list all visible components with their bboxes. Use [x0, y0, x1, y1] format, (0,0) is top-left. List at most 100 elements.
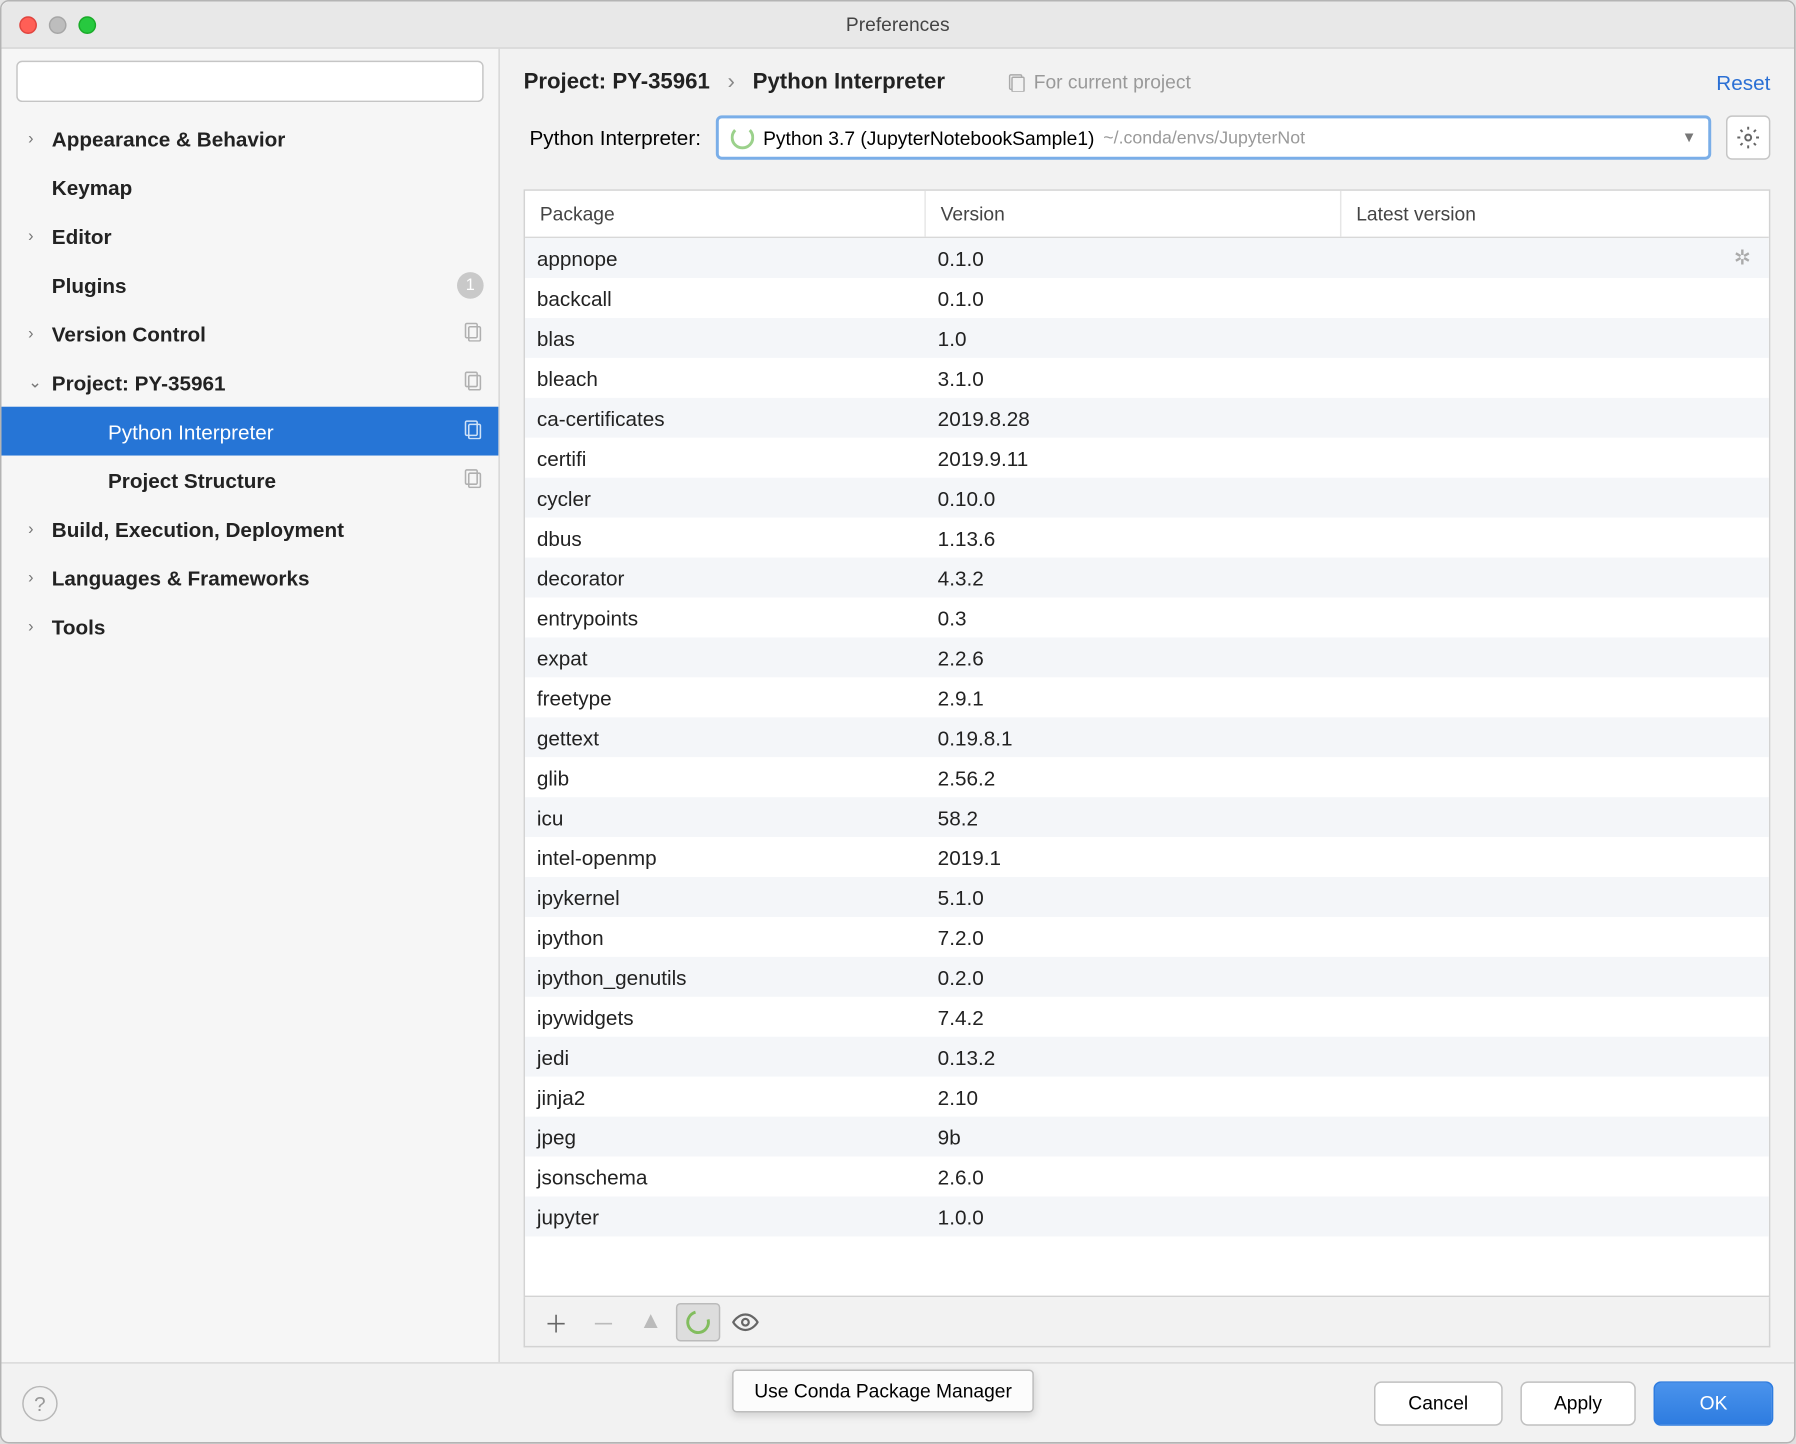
table-row[interactable]: intel-openmp2019.1	[525, 837, 1769, 877]
project-scope-icon	[463, 370, 484, 395]
package-version: 58.2	[926, 805, 1342, 829]
sidebar-item-tools[interactable]: ›Tools	[1, 602, 498, 651]
table-row[interactable]: bleach3.1.0	[525, 358, 1769, 398]
package-name: expat	[525, 646, 926, 670]
chevron-icon: ›	[28, 520, 49, 538]
upgrade-package-button[interactable]: ▲	[629, 1302, 673, 1340]
package-name: dbus	[525, 526, 926, 550]
package-version: 2019.8.28	[926, 406, 1342, 430]
package-name: bleach	[525, 366, 926, 390]
table-row[interactable]: entrypoints0.3	[525, 598, 1769, 638]
breadcrumb-project: Project: PY-35961	[524, 70, 710, 95]
package-version: 3.1.0	[926, 366, 1342, 390]
table-row[interactable]: ipykernel5.1.0	[525, 877, 1769, 917]
package-name: intel-openmp	[525, 845, 926, 869]
package-name: decorator	[525, 566, 926, 590]
package-name: backcall	[525, 286, 926, 310]
sidebar-item-appearance-behavior[interactable]: ›Appearance & Behavior	[1, 114, 498, 163]
ok-button[interactable]: OK	[1654, 1381, 1773, 1425]
table-row[interactable]: certifi2019.9.11	[525, 438, 1769, 478]
search-input[interactable]	[16, 61, 483, 102]
eye-icon	[732, 1308, 759, 1335]
sidebar-item-build-execution-deployment[interactable]: ›Build, Execution, Deployment	[1, 504, 498, 553]
chevron-icon: ›	[28, 325, 49, 343]
conda-toggle-button[interactable]	[676, 1302, 720, 1340]
loading-icon: ✲	[1734, 246, 1751, 271]
table-row[interactable]: jinja22.10	[525, 1077, 1769, 1117]
package-name: gettext	[525, 725, 926, 749]
chevron-down-icon: ▼	[1682, 129, 1697, 145]
package-version: 2019.1	[926, 845, 1342, 869]
reset-link[interactable]: Reset	[1716, 70, 1770, 94]
table-row[interactable]: jedi0.13.2	[525, 1037, 1769, 1077]
apply-button[interactable]: Apply	[1520, 1381, 1636, 1425]
package-name: ipython_genutils	[525, 965, 926, 989]
table-row[interactable]: freetype2.9.1	[525, 677, 1769, 717]
table-row[interactable]: expat2.2.6	[525, 637, 1769, 677]
interpreter-name: Python 3.7 (JupyterNotebookSample1)	[763, 126, 1094, 148]
sidebar-item-label: Project Structure	[108, 468, 276, 492]
table-row[interactable]: ca-certificates2019.8.28	[525, 398, 1769, 438]
table-row[interactable]: backcall0.1.0	[525, 278, 1769, 318]
package-version: 2.56.2	[926, 765, 1342, 789]
package-name: jedi	[525, 1045, 926, 1069]
package-version: 5.1.0	[926, 885, 1342, 909]
gear-icon	[1736, 126, 1760, 150]
package-version: 1.13.6	[926, 526, 1342, 550]
sidebar-item-python-interpreter[interactable]: Python Interpreter	[1, 407, 498, 456]
table-row[interactable]: jpeg9b	[525, 1117, 1769, 1157]
project-scope-icon	[463, 467, 484, 492]
table-row[interactable]: blas1.0	[525, 318, 1769, 358]
interpreter-dropdown[interactable]: Python 3.7 (JupyterNotebookSample1) ~/.c…	[716, 115, 1711, 159]
sidebar-item-label: Editor	[52, 224, 112, 248]
table-row[interactable]: glib2.56.2	[525, 757, 1769, 797]
settings-tree: ›Appearance & BehaviorKeymap›EditorPlugi…	[1, 114, 498, 1362]
packages-table: Package Version Latest version appnope0.…	[524, 189, 1771, 1297]
sidebar-item-languages-frameworks[interactable]: ›Languages & Frameworks	[1, 553, 498, 602]
column-package[interactable]: Package	[525, 191, 926, 237]
close-window-button[interactable]	[19, 16, 37, 34]
sidebar-item-project-structure[interactable]: Project Structure	[1, 456, 498, 505]
minimize-window-button[interactable]	[49, 16, 67, 34]
package-name: freetype	[525, 686, 926, 710]
package-version: 0.1.0	[926, 246, 1342, 270]
package-version: 1.0	[926, 326, 1342, 350]
add-package-button[interactable]: ＋	[534, 1302, 578, 1340]
table-row[interactable]: appnope0.1.0✲	[525, 238, 1769, 278]
titlebar: Preferences	[1, 1, 1794, 48]
sidebar-item-keymap[interactable]: Keymap	[1, 163, 498, 212]
package-version: 0.1.0	[926, 286, 1342, 310]
table-row[interactable]: jupyter1.0.0	[525, 1197, 1769, 1237]
minus-icon: －	[592, 1304, 616, 1339]
table-row[interactable]: jsonschema2.6.0	[525, 1157, 1769, 1197]
remove-package-button[interactable]: －	[581, 1302, 625, 1340]
column-version[interactable]: Version	[926, 191, 1342, 237]
table-row[interactable]: icu58.2	[525, 797, 1769, 837]
cancel-button[interactable]: Cancel	[1374, 1381, 1502, 1425]
table-row[interactable]: ipython7.2.0	[525, 917, 1769, 957]
plus-icon: ＋	[544, 1304, 568, 1339]
sidebar-item-plugins[interactable]: Plugins1	[1, 260, 498, 309]
chevron-icon: ›	[28, 129, 49, 147]
chevron-icon: ›	[28, 569, 49, 587]
help-button[interactable]: ?	[22, 1385, 57, 1420]
table-row[interactable]: gettext0.19.8.1	[525, 717, 1769, 757]
package-version: 0.13.2	[926, 1045, 1342, 1069]
table-row[interactable]: dbus1.13.6	[525, 518, 1769, 558]
sidebar-item-version-control[interactable]: ›Version Control	[1, 309, 498, 358]
sidebar-item-project-py-35961[interactable]: ⌄Project: PY-35961	[1, 358, 498, 407]
interpreter-label: Python Interpreter:	[529, 126, 700, 150]
project-scope-icon	[463, 321, 484, 346]
zoom-window-button[interactable]	[78, 16, 96, 34]
table-row[interactable]: ipython_genutils0.2.0	[525, 957, 1769, 997]
sidebar-item-label: Appearance & Behavior	[52, 126, 286, 150]
package-name: jpeg	[525, 1125, 926, 1149]
interpreter-settings-button[interactable]	[1726, 115, 1770, 159]
table-row[interactable]: ipywidgets7.4.2	[525, 997, 1769, 1037]
show-early-releases-button[interactable]	[723, 1302, 767, 1340]
package-version: 0.19.8.1	[926, 725, 1342, 749]
table-row[interactable]: cycler0.10.0	[525, 478, 1769, 518]
column-latest[interactable]: Latest version	[1341, 191, 1768, 237]
table-row[interactable]: decorator4.3.2	[525, 558, 1769, 598]
sidebar-item-editor[interactable]: ›Editor	[1, 211, 498, 260]
